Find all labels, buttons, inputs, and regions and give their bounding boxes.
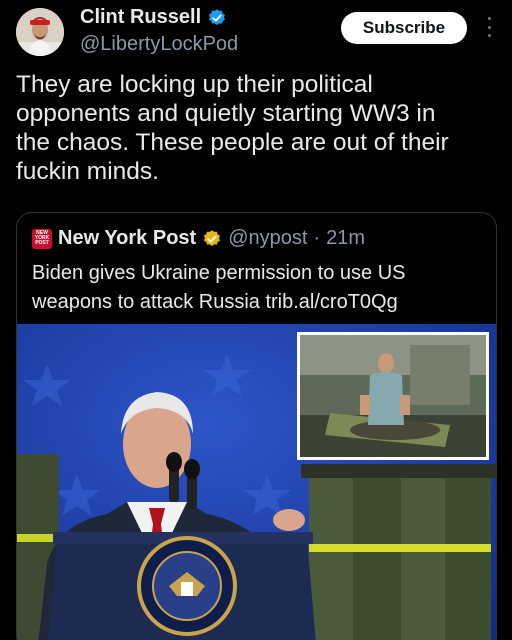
nypost-logo-icon: NEW YORK POST (32, 228, 52, 249)
quoted-tweet-text: Biden gives Ukraine permission to use US… (32, 262, 406, 313)
author-avatar[interactable] (16, 8, 64, 56)
inset-factory-image (297, 332, 489, 460)
quoted-tweet-photo[interactable] (17, 324, 496, 640)
verified-badge-icon (208, 8, 226, 25)
author-handle[interactable]: @LibertyLockPod (80, 33, 238, 56)
tweet-text: They are locking up their political oppo… (16, 71, 449, 185)
dot-separator: · (313, 227, 321, 249)
quoted-tweet-card[interactable]: NEW YORK POST New York Post @nypost · 21m … (16, 212, 497, 640)
gold-verified-badge-icon (204, 229, 221, 246)
subscribe-button[interactable]: Subscribe (341, 12, 467, 44)
quoted-timestamp[interactable]: 21m (326, 227, 365, 250)
quoted-author-handle[interactable]: @nypost (228, 227, 307, 250)
author-name[interactable]: Clint Russell (80, 6, 201, 29)
presidential-seal-icon (137, 536, 237, 636)
author-name-row: Clint Russell (80, 6, 227, 29)
more-vertical-icon[interactable] (484, 14, 494, 40)
quoted-author-name[interactable]: New York Post (58, 227, 196, 250)
quoted-tweet-header: NEW YORK POST New York Post @nypost · 21m (32, 227, 365, 250)
avatar-image (16, 8, 64, 56)
tweet-header: Clint Russell @LibertyLockPod Subscribe (0, 0, 512, 66)
